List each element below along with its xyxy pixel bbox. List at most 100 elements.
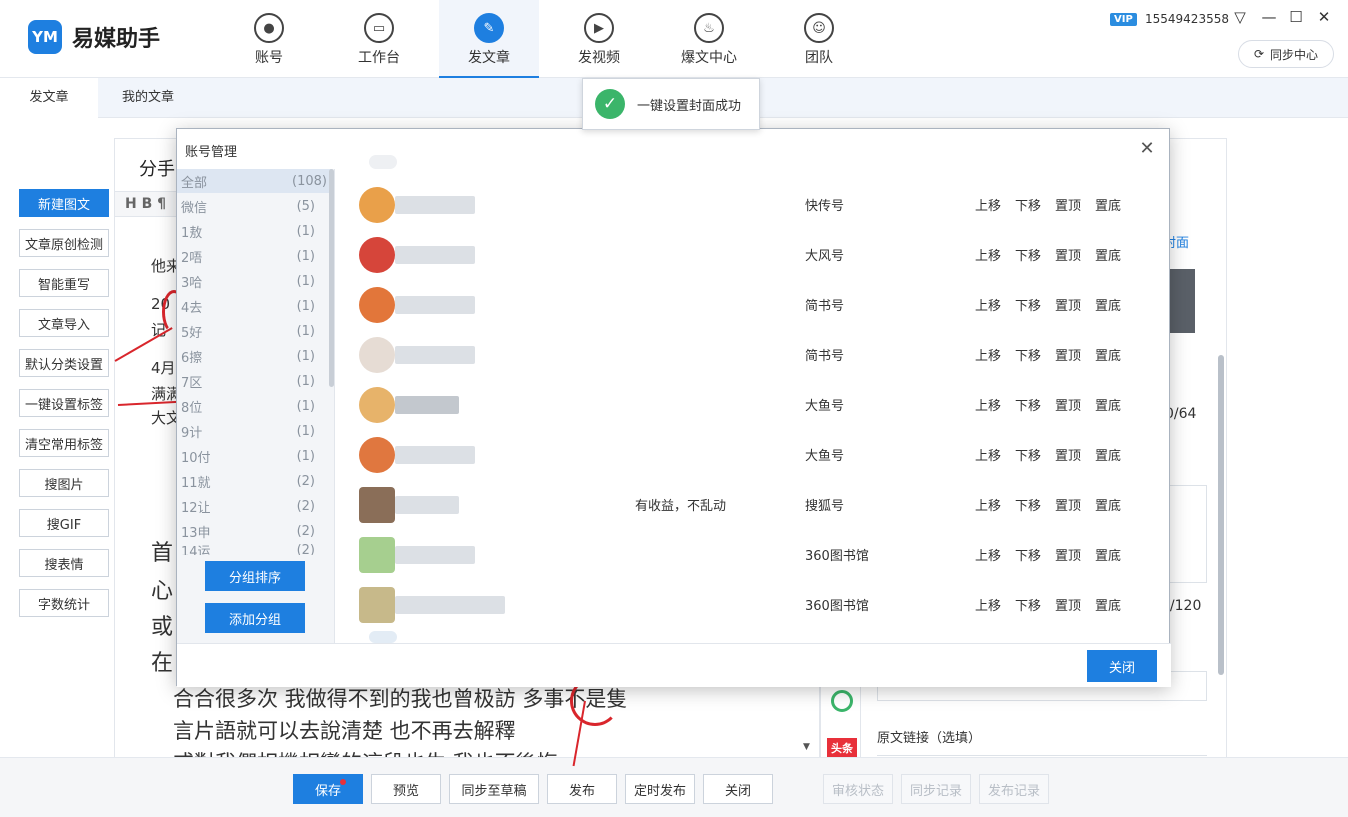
- sync-center-button[interactable]: ⟳ 同步中心: [1238, 40, 1334, 68]
- tab-my-articles[interactable]: 我的文章: [98, 78, 198, 118]
- move-down-button[interactable]: 下移: [1015, 345, 1041, 364]
- group-item[interactable]: 8位 (1): [181, 394, 315, 418]
- toutiao-icon[interactable]: 头条: [827, 738, 857, 758]
- move-down-button[interactable]: 下移: [1015, 245, 1041, 264]
- account-name: [395, 496, 459, 514]
- new-article-button[interactable]: 新建图文: [19, 189, 109, 217]
- nav-tab-article[interactable]: ✎ 发文章: [439, 0, 539, 78]
- move-up-button[interactable]: 上移: [975, 445, 1001, 464]
- search-emoji-button[interactable]: 搜表情: [19, 549, 109, 577]
- pin-top-button[interactable]: 置顶: [1055, 345, 1081, 364]
- group-item[interactable]: 微信 (5): [181, 194, 315, 218]
- article-title[interactable]: 分手: [139, 155, 175, 181]
- pin-bottom-button[interactable]: 置底: [1095, 195, 1121, 214]
- pin-bottom-button[interactable]: 置底: [1095, 445, 1121, 464]
- save-button[interactable]: 保存: [293, 774, 363, 804]
- group-item[interactable]: 全部 (108): [177, 169, 331, 193]
- move-up-button[interactable]: 上移: [975, 495, 1001, 514]
- dialog-close-button[interactable]: 关闭: [1087, 650, 1157, 682]
- publish-button[interactable]: 发布: [547, 774, 617, 804]
- group-item[interactable]: 12让 (2): [181, 494, 315, 518]
- maximize-icon[interactable]: ☐: [1286, 8, 1306, 26]
- pin-bottom-button[interactable]: 置底: [1095, 345, 1121, 364]
- group-item[interactable]: 13申 (2): [181, 519, 315, 543]
- word-count-button[interactable]: 字数统计: [19, 589, 109, 617]
- nav-tab-workbench[interactable]: ▭ 工作台: [329, 0, 429, 78]
- pin-top-button[interactable]: 置顶: [1055, 195, 1081, 214]
- nav-tab-team[interactable]: ☺ 团队: [769, 0, 869, 78]
- iqiyi-icon[interactable]: [831, 690, 853, 712]
- pin-top-button[interactable]: 置顶: [1055, 595, 1081, 614]
- scroll-down-icon[interactable]: ▼: [803, 742, 810, 752]
- group-count: (2): [296, 523, 315, 539]
- pin-bottom-button[interactable]: 置底: [1095, 245, 1121, 264]
- smart-rewrite-button[interactable]: 智能重写: [19, 269, 109, 297]
- search-images-button[interactable]: 搜图片: [19, 469, 109, 497]
- panel-scrollbar[interactable]: [1218, 355, 1224, 675]
- pin-top-button[interactable]: 置顶: [1055, 445, 1081, 464]
- publish-log-button[interactable]: 发布记录: [979, 774, 1049, 804]
- clear-tags-button[interactable]: 清空常用标签: [19, 429, 109, 457]
- nav-tab-hot[interactable]: ♨ 爆文中心: [659, 0, 759, 78]
- move-down-button[interactable]: 下移: [1015, 195, 1041, 214]
- close-button[interactable]: 关闭: [703, 774, 773, 804]
- move-up-button[interactable]: 上移: [975, 595, 1001, 614]
- originality-check-button[interactable]: 文章原创检测: [19, 229, 109, 257]
- move-up-button[interactable]: 上移: [975, 295, 1001, 314]
- minimize-icon[interactable]: —: [1259, 8, 1279, 26]
- group-item[interactable]: 2唔 (1): [181, 244, 315, 268]
- move-down-button[interactable]: 下移: [1015, 595, 1041, 614]
- pin-top-button[interactable]: 置顶: [1055, 545, 1081, 564]
- pin-bottom-button[interactable]: 置底: [1095, 495, 1121, 514]
- menu-dropdown-icon[interactable]: ▽: [1230, 8, 1250, 26]
- move-down-button[interactable]: 下移: [1015, 545, 1041, 564]
- import-article-button[interactable]: 文章导入: [19, 309, 109, 337]
- group-item[interactable]: 1敖 (1): [181, 219, 315, 243]
- pin-top-button[interactable]: 置顶: [1055, 245, 1081, 264]
- group-item[interactable]: 5好 (1): [181, 319, 315, 343]
- group-item[interactable]: 7区 (1): [181, 369, 315, 393]
- move-down-button[interactable]: 下移: [1015, 495, 1041, 514]
- timed-publish-button[interactable]: 定时发布: [625, 774, 695, 804]
- nav-tab-account[interactable]: ● 账号: [219, 0, 319, 78]
- close-window-icon[interactable]: ✕: [1314, 8, 1334, 26]
- pin-top-button[interactable]: 置顶: [1055, 395, 1081, 414]
- move-up-button[interactable]: 上移: [975, 245, 1001, 264]
- pin-top-button[interactable]: 置顶: [1055, 495, 1081, 514]
- format-toolbar-icons[interactable]: H B ¶: [125, 196, 166, 212]
- pin-bottom-button[interactable]: 置底: [1095, 545, 1121, 564]
- review-status-button[interactable]: 审核状态: [823, 774, 893, 804]
- move-up-button[interactable]: 上移: [975, 345, 1001, 364]
- cover-thumbnail[interactable]: [1167, 269, 1195, 333]
- move-up-button[interactable]: 上移: [975, 195, 1001, 214]
- team-icon: ☺: [804, 13, 834, 43]
- pin-bottom-button[interactable]: 置底: [1095, 295, 1121, 314]
- add-group-button[interactable]: 添加分组: [205, 603, 305, 633]
- sync-log-button[interactable]: 同步记录: [901, 774, 971, 804]
- group-item[interactable]: 11就 (2): [181, 469, 315, 493]
- group-item[interactable]: 4去 (1): [181, 294, 315, 318]
- move-up-button[interactable]: 上移: [975, 395, 1001, 414]
- group-scrollbar[interactable]: [329, 169, 334, 387]
- group-item[interactable]: 3哈 (1): [181, 269, 315, 293]
- app-name: 易媒助手: [72, 27, 161, 52]
- editor-line: 合合很多次 我做得不到的我也曾极訪 多事不是隻: [173, 687, 628, 711]
- preview-button[interactable]: 预览: [371, 774, 441, 804]
- move-down-button[interactable]: 下移: [1015, 445, 1041, 464]
- move-down-button[interactable]: 下移: [1015, 295, 1041, 314]
- move-up-button[interactable]: 上移: [975, 545, 1001, 564]
- group-item[interactable]: 6擦 (1): [181, 344, 315, 368]
- pin-bottom-button[interactable]: 置底: [1095, 395, 1121, 414]
- pin-bottom-button[interactable]: 置底: [1095, 595, 1121, 614]
- move-down-button[interactable]: 下移: [1015, 395, 1041, 414]
- default-category-button[interactable]: 默认分类设置: [19, 349, 109, 377]
- group-item[interactable]: 9计 (1): [181, 419, 315, 443]
- group-sort-button[interactable]: 分组排序: [205, 561, 305, 591]
- set-tags-button[interactable]: 一键设置标签: [19, 389, 109, 417]
- sync-draft-button[interactable]: 同步至草稿: [449, 774, 539, 804]
- tab-publish-article[interactable]: 发文章: [0, 78, 98, 118]
- nav-tab-video[interactable]: ▶ 发视频: [549, 0, 649, 78]
- group-item[interactable]: 10付 (1): [181, 444, 315, 468]
- pin-top-button[interactable]: 置顶: [1055, 295, 1081, 314]
- search-gif-button[interactable]: 搜GIF: [19, 509, 109, 537]
